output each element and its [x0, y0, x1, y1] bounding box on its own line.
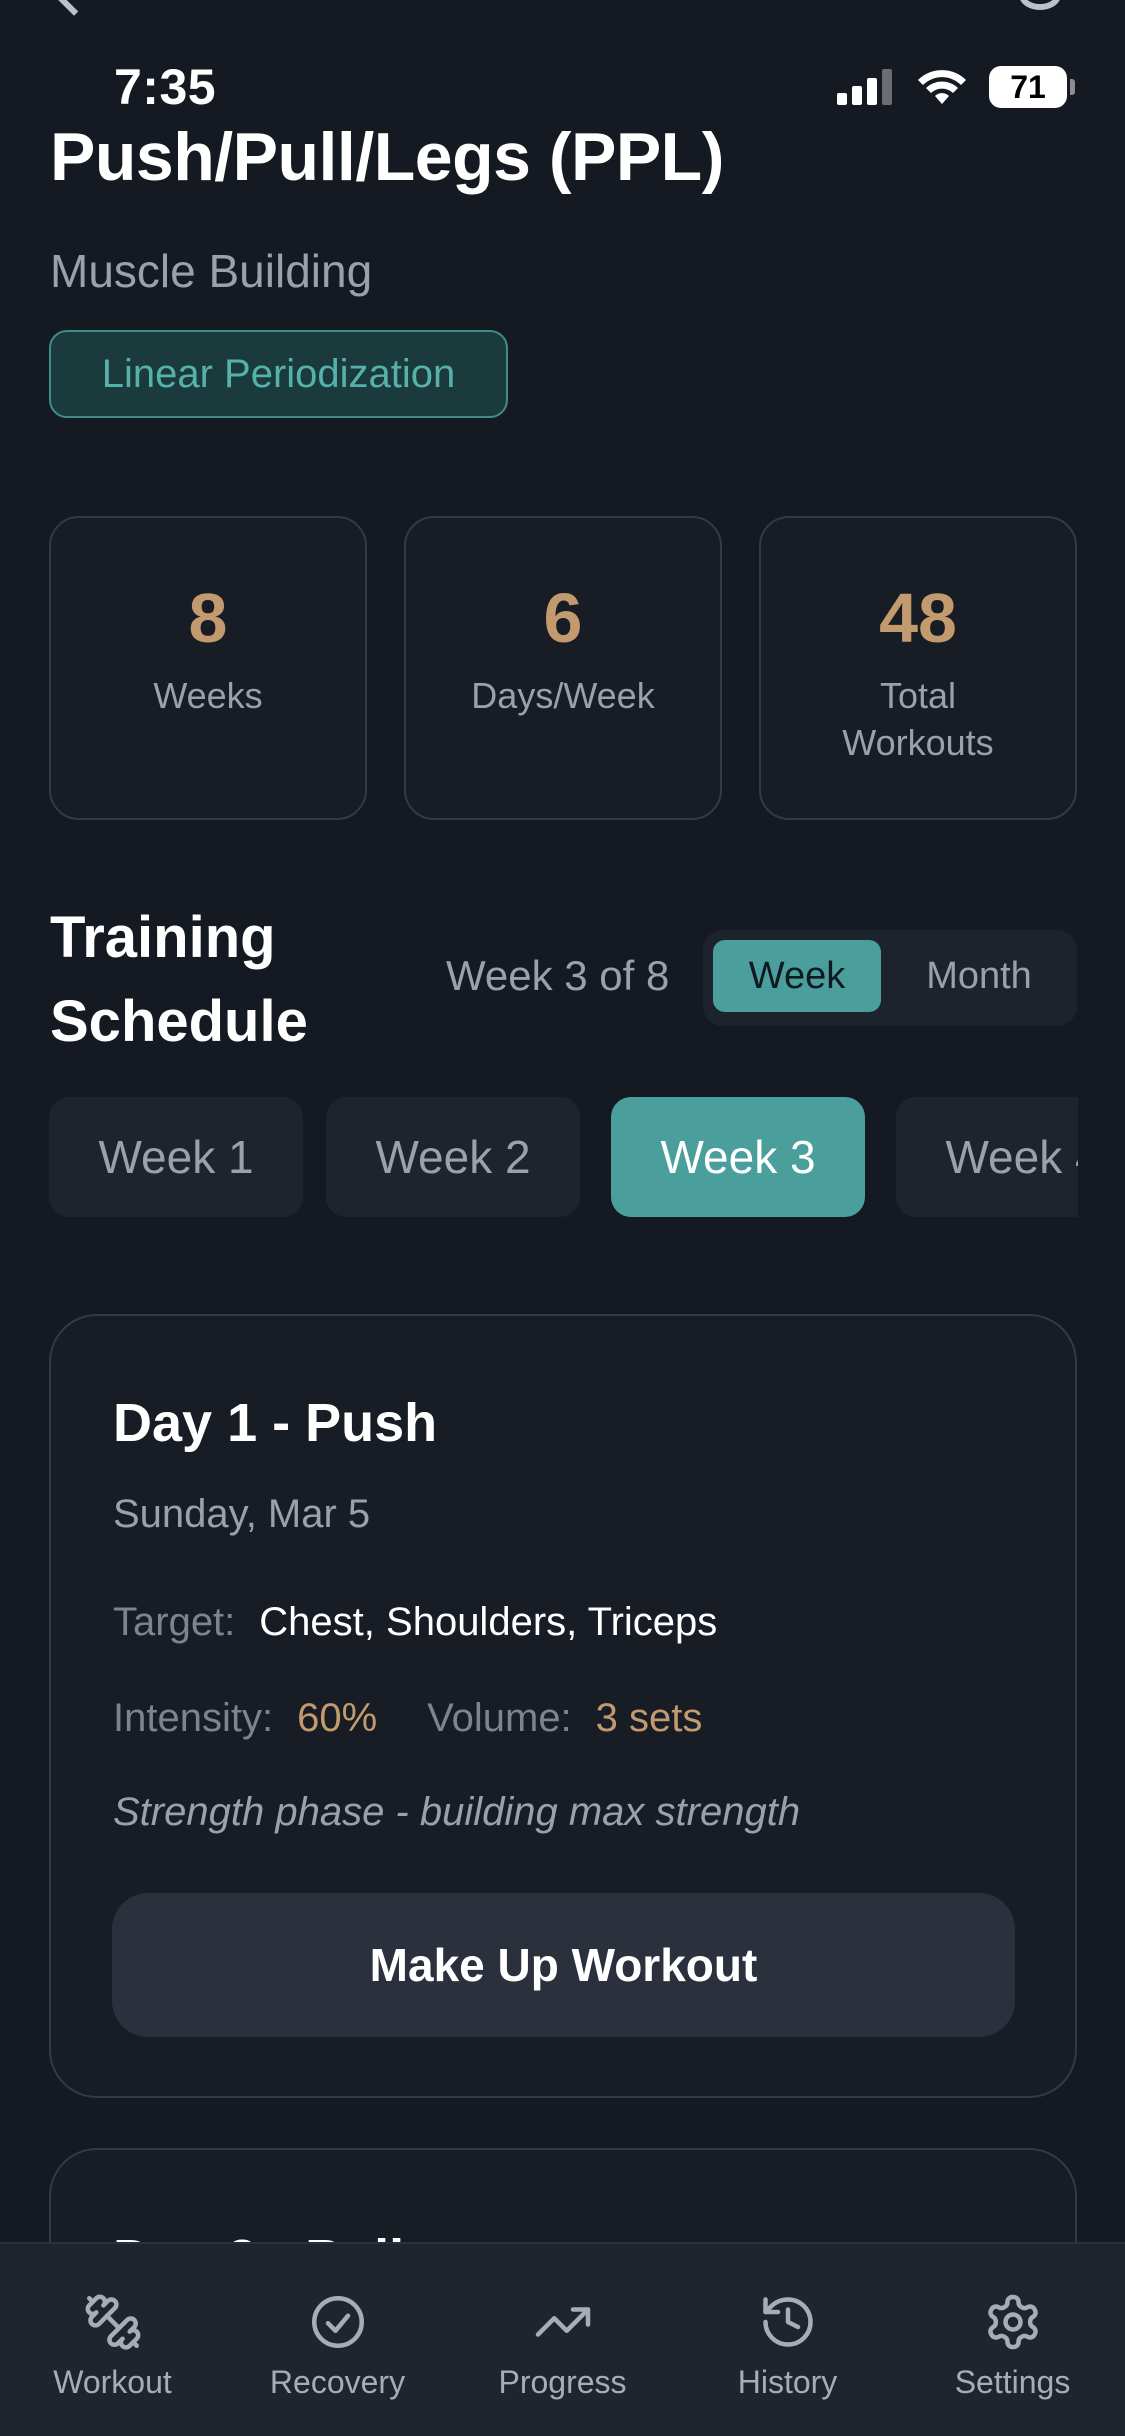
stat-label: Weeks: [153, 675, 263, 716]
signal-icon: [837, 69, 892, 105]
stat-label: Days/Week: [471, 675, 655, 716]
tab-label: Settings: [954, 2364, 1071, 2400]
phase-note: Strength phase - building max strength: [113, 1790, 801, 1834]
week-pill-3[interactable]: Week 3: [611, 1097, 865, 1217]
tab-label: Recovery: [269, 2364, 406, 2400]
tab-settings[interactable]: Settings: [900, 2244, 1125, 2436]
tab-history[interactable]: History: [675, 2244, 900, 2436]
volume-value: 3 sets: [595, 1696, 703, 1740]
tab-label: Progress: [498, 2364, 627, 2400]
status-icons: 71: [837, 66, 1077, 108]
day-title: Day 1 - Push: [113, 1393, 438, 1453]
target-label: Target:: [113, 1600, 236, 1644]
intensity-label: Intensity:: [113, 1696, 274, 1740]
battery-icon: 71: [989, 66, 1077, 108]
program-category: Muscle Building: [50, 245, 373, 297]
dumbbell-icon: [85, 2294, 140, 2350]
wifi-icon: [918, 70, 966, 104]
battery-level: 71: [1010, 68, 1046, 105]
stat-value: 8: [188, 579, 228, 657]
target-row: Target: Chest, Shoulders, Triceps: [113, 1600, 717, 1645]
tab-label: Workout: [53, 2364, 172, 2400]
stats-row: 8 Weeks 6 Days/Week 48 Total Workouts: [49, 516, 1077, 820]
section-title-training-schedule: Training Schedule: [50, 896, 308, 1064]
day-card: Day 1 - Push Sunday, Mar 5 Target: Chest…: [49, 1314, 1077, 2098]
week-progress-text: Week 3 of 8: [446, 952, 670, 999]
tab-progress[interactable]: Progress: [450, 2244, 675, 2436]
toggle-week-button[interactable]: Week: [713, 940, 881, 1012]
make-up-workout-button[interactable]: Make Up Workout: [112, 1893, 1015, 2037]
intensity-volume-row: Intensity: 60% Volume: 3 sets: [113, 1696, 702, 1741]
gear-icon: [987, 2294, 1038, 2350]
status-time: 7:35: [114, 59, 217, 115]
periodization-badge: Linear Periodization: [49, 330, 508, 418]
stat-label: Total Workouts: [842, 675, 994, 763]
stat-card-days-per-week: 6 Days/Week: [404, 516, 722, 820]
page-title: Push/Pull/Legs (PPL): [50, 119, 724, 195]
section-title-line: Training: [50, 905, 276, 970]
week-pill-1[interactable]: Week 1: [49, 1097, 303, 1217]
check-circle-icon: [311, 2296, 364, 2348]
view-toggle: Week Month: [703, 930, 1077, 1026]
week-pill-2[interactable]: Week 2: [326, 1097, 580, 1217]
section-title-line: Schedule: [50, 989, 308, 1054]
intensity-value: 60%: [297, 1696, 378, 1740]
tab-label: History: [737, 2364, 838, 2400]
stat-card-weeks: 8 Weeks: [49, 516, 367, 820]
tab-bar: Workout Recovery Progress History Settin…: [0, 2242, 1125, 2436]
toggle-month-button[interactable]: Month: [891, 940, 1067, 1012]
trending-up-icon: [535, 2307, 590, 2337]
volume-label: Volume:: [427, 1696, 572, 1740]
history-icon: [762, 2297, 813, 2347]
week-selector: Week 1 Week 2 Week 3 Week 4: [49, 1097, 1078, 1217]
day-date: Sunday, Mar 5: [113, 1492, 371, 1536]
stat-value: 48: [879, 579, 957, 657]
stat-card-total-workouts: 48 Total Workouts: [759, 516, 1077, 820]
stat-value: 6: [543, 579, 583, 657]
tab-recovery[interactable]: Recovery: [225, 2244, 450, 2436]
week-pill-4[interactable]: Week 4: [896, 1097, 1078, 1217]
screen: 7:35 71 Push/Pull/Legs (PPL) Muscle Buil…: [0, 0, 1125, 2436]
tab-workout[interactable]: Workout: [0, 2244, 225, 2436]
target-value: Chest, Shoulders, Triceps: [259, 1600, 718, 1644]
back-chevron-icon[interactable]: [54, 0, 94, 16]
gear-icon[interactable]: [1019, 0, 1061, 10]
